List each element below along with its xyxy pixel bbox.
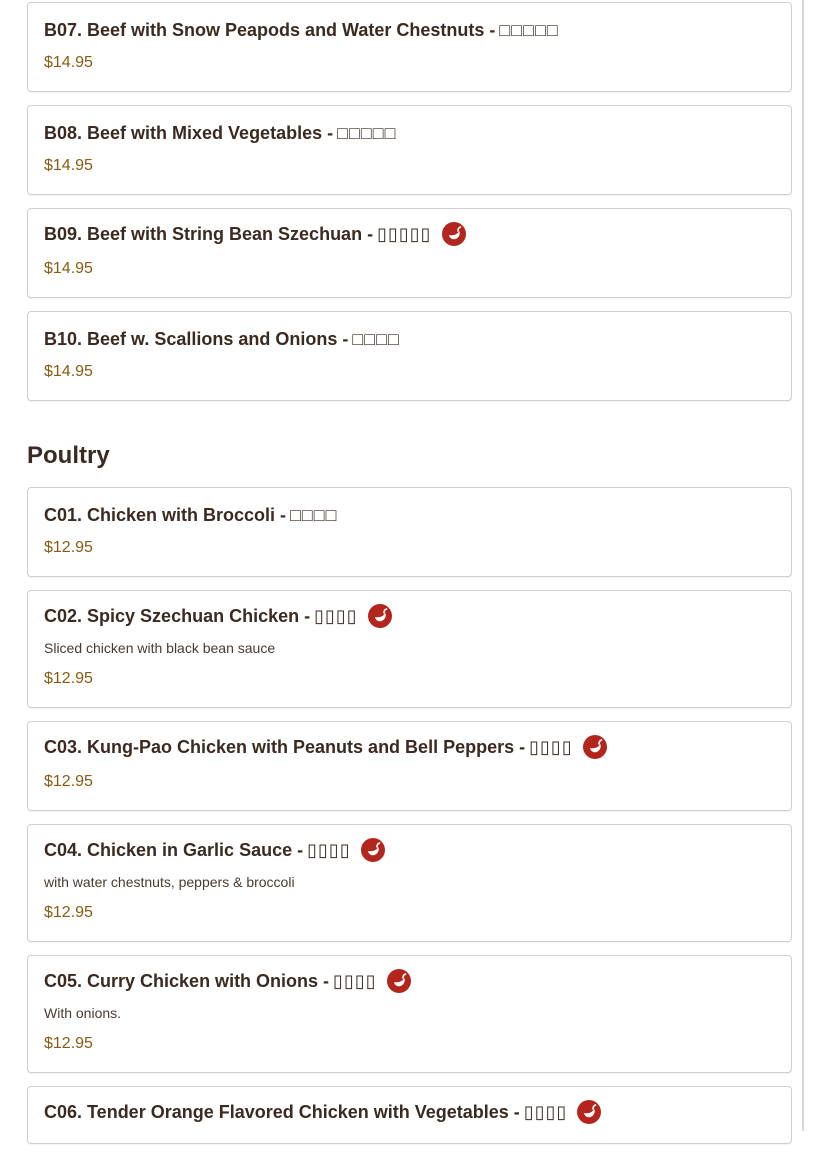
menu-item-card[interactable]: C06. Tender Orange Flavored Chicken with…: [27, 1086, 792, 1144]
menu-item-name: C01. Chicken with Broccoli -: [44, 504, 287, 525]
chili-pepper-icon: [582, 735, 607, 759]
menu-item-card[interactable]: C01. Chicken with Broccoli - □□□□ $12.95: [27, 487, 792, 577]
menu-item-chinese-name: □□□□□: [337, 122, 397, 143]
menu-item-title-row: B08. Beef with Mixed Vegetables - □□□□□: [44, 120, 775, 146]
menu-item-card[interactable]: B09. Beef with String Bean Szechuan - ▯▯…: [27, 208, 792, 298]
menu-item-name: C03. Kung-Pao Chicken with Peanuts and B…: [44, 736, 526, 757]
menu-item-name: C02. Spicy Szechuan Chicken -: [44, 605, 311, 626]
chili-pepper-icon: [441, 222, 466, 246]
chili-pepper-icon: [577, 1100, 602, 1124]
menu-item-card[interactable]: C03. Kung-Pao Chicken with Peanuts and B…: [27, 721, 792, 811]
menu-item-name: B07. Beef with Snow Peapods and Water Ch…: [44, 19, 496, 40]
menu-item-price: $14.95: [44, 260, 93, 277]
chili-pepper-icon: [386, 969, 411, 993]
menu-item-chinese-name: ▯▯▯▯: [314, 605, 358, 626]
menu-item-card[interactable]: B10. Beef w. Scallions and Onions - □□□□…: [27, 311, 792, 401]
section-title: Poultry: [27, 442, 110, 469]
menu-item-chinese-name: ▯▯▯▯: [529, 736, 573, 757]
menu-item-card[interactable]: B07. Beef with Snow Peapods and Water Ch…: [27, 2, 792, 92]
menu-item-name: C06. Tender Orange Flavored Chicken with…: [44, 1101, 520, 1122]
menu-item-price: $12.95: [44, 773, 93, 790]
menu-item-price: $14.95: [44, 363, 93, 380]
menu-item-price: $12.95: [44, 539, 93, 556]
chili-pepper-icon: [360, 838, 385, 862]
menu-item-price: $12.95: [44, 1035, 93, 1052]
menu-item-name: C05. Curry Chicken with Onions -: [44, 970, 330, 991]
menu-item-title-row: B07. Beef with Snow Peapods and Water Ch…: [44, 17, 775, 43]
menu-item-chinese-name: ▯▯▯▯: [523, 1101, 568, 1122]
menu-item-price: $14.95: [44, 157, 93, 174]
menu-item-chinese-name: ▯▯▯▯▯: [377, 223, 432, 244]
page-right-border: [802, 0, 804, 1131]
menu-item-title-row: C02. Spicy Szechuan Chicken - ▯▯▯▯: [44, 603, 775, 629]
menu-item-title-row: C06. Tender Orange Flavored Chicken with…: [44, 1099, 775, 1125]
menu-item-title-row: B09. Beef with String Bean Szechuan - ▯▯…: [44, 221, 775, 247]
menu-item-description: Sliced chicken with black bean sauce: [44, 640, 276, 656]
menu-item-price: $14.95: [44, 54, 93, 71]
menu-item-name: C04. Chicken in Garlic Sauce -: [44, 839, 304, 860]
menu-item-name: B10. Beef w. Scallions and Onions -: [44, 328, 349, 349]
chili-pepper-icon: [367, 604, 392, 628]
menu-item-card[interactable]: C04. Chicken in Garlic Sauce - ▯▯▯▯ with …: [27, 824, 792, 942]
menu-item-name: B08. Beef with Mixed Vegetables -: [44, 122, 334, 143]
menu-item-description: With onions.: [44, 1005, 122, 1021]
menu-item-price: $12.95: [44, 904, 93, 921]
menu-item-card[interactable]: C05. Curry Chicken with Onions - ▯▯▯▯ Wit…: [27, 955, 792, 1073]
menu-item-name: B09. Beef with String Bean Szechuan -: [44, 223, 374, 244]
menu-item-title-row: C04. Chicken in Garlic Sauce - ▯▯▯▯: [44, 837, 775, 863]
menu-item-card[interactable]: B08. Beef with Mixed Vegetables - □□□□□ $…: [27, 105, 792, 195]
menu-item-card[interactable]: C02. Spicy Szechuan Chicken - ▯▯▯▯ Sliced…: [27, 590, 792, 708]
menu-item-chinese-name: ▯▯▯▯: [333, 970, 377, 991]
menu-item-chinese-name: □□□□: [290, 504, 338, 525]
menu-item-description: with water chestnuts, peppers & broccoli: [44, 874, 295, 890]
menu-item-chinese-name: □□□□: [352, 328, 400, 349]
menu-item-title-row: C01. Chicken with Broccoli - □□□□: [44, 502, 775, 528]
menu-item-chinese-name: ▯▯▯▯: [307, 839, 351, 860]
menu-item-title-row: C05. Curry Chicken with Onions - ▯▯▯▯: [44, 968, 775, 994]
menu-item-chinese-name: □□□□□: [499, 19, 559, 40]
menu-item-price: $12.95: [44, 670, 93, 687]
menu-item-title-row: C03. Kung-Pao Chicken with Peanuts and B…: [44, 734, 775, 760]
menu-list: B07. Beef with Snow Peapods and Water Ch…: [27, 2, 792, 1157]
menu-item-title-row: B10. Beef w. Scallions and Onions - □□□□: [44, 326, 775, 352]
